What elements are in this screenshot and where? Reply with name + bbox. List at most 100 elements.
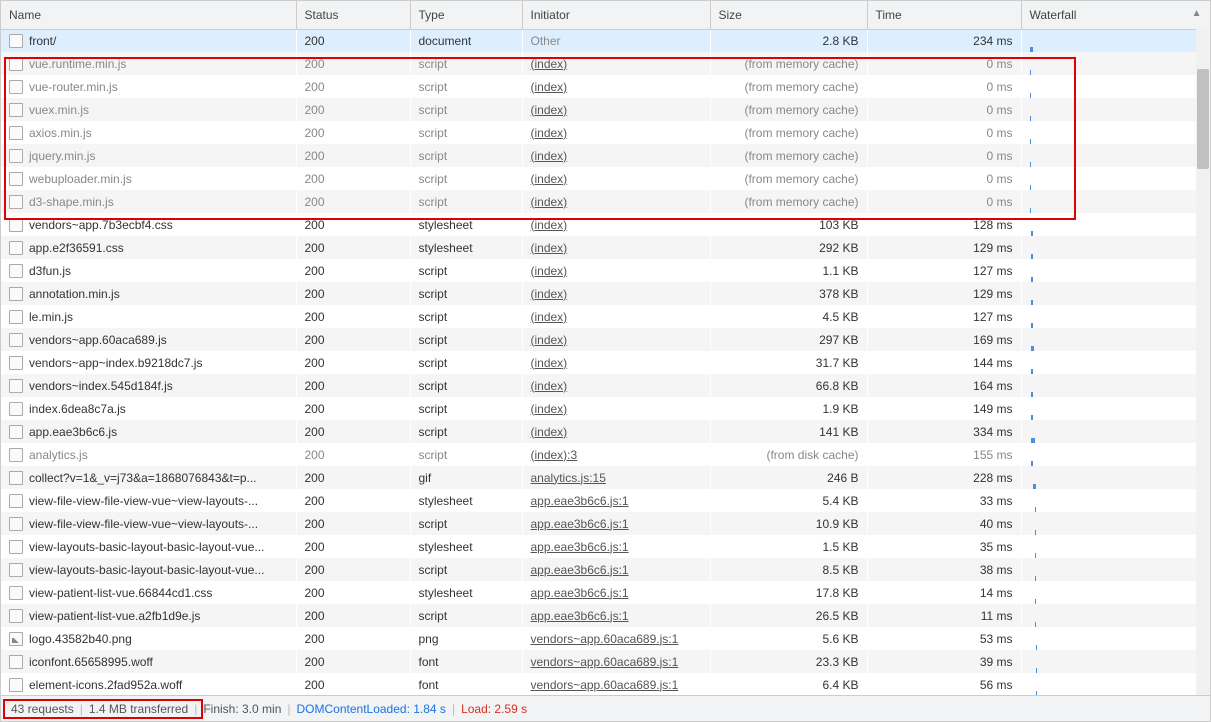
table-row[interactable]: view-file-view-file-view-vue~view-layout… [1, 489, 1210, 512]
initiator-link[interactable]: app.eae3b6c6.js:1 [531, 586, 629, 600]
file-icon [9, 425, 23, 439]
table-row[interactable]: front/200documentOther2.8 KB234 ms [1, 29, 1210, 52]
col-header-name[interactable]: Name [1, 1, 296, 29]
cell-size: 31.7 KB [710, 351, 867, 374]
table-row[interactable]: logo.43582b40.png200pngvendors~app.60aca… [1, 627, 1210, 650]
initiator-link[interactable]: vendors~app.60aca689.js:1 [531, 678, 679, 692]
table-row[interactable]: index.6dea8c7a.js200script(index)1.9 KB1… [1, 397, 1210, 420]
initiator-link[interactable]: vendors~app.60aca689.js:1 [531, 655, 679, 669]
waterfall-bar [1035, 530, 1036, 536]
cell-waterfall [1021, 305, 1210, 328]
table-row[interactable]: axios.min.js200script(index)(from memory… [1, 121, 1210, 144]
table-row[interactable]: iconfont.65658995.woff200fontvendors~app… [1, 650, 1210, 673]
table-row[interactable]: vendors~app~index.b9218dc7.js200script(i… [1, 351, 1210, 374]
file-icon [9, 356, 23, 370]
initiator-link[interactable]: (index) [531, 149, 568, 163]
waterfall-bar [1031, 346, 1034, 352]
table-row[interactable]: webuploader.min.js200script(index)(from … [1, 167, 1210, 190]
initiator-link[interactable]: (index) [531, 264, 568, 278]
file-icon [9, 333, 23, 347]
table-row[interactable]: element-icons.2fad952a.woff200fontvendor… [1, 673, 1210, 695]
request-name: d3-shape.min.js [29, 195, 114, 209]
request-name: vendors~app.7b3ecbf4.css [29, 218, 173, 232]
initiator-link[interactable]: (index) [531, 241, 568, 255]
initiator-link[interactable]: (index) [531, 103, 568, 117]
file-icon [9, 494, 23, 508]
cell-size: 5.4 KB [710, 489, 867, 512]
initiator-link[interactable]: app.eae3b6c6.js:1 [531, 494, 629, 508]
initiator-link[interactable]: app.eae3b6c6.js:1 [531, 540, 629, 554]
vertical-scrollbar[interactable] [1196, 29, 1210, 695]
initiator-link[interactable]: (index) [531, 57, 568, 71]
initiator-link[interactable]: (index) [531, 379, 568, 393]
initiator-link[interactable]: (index) [531, 333, 568, 347]
table-row[interactable]: vue-router.min.js200script(index)(from m… [1, 75, 1210, 98]
table-row[interactable]: le.min.js200script(index)4.5 KB127 ms [1, 305, 1210, 328]
waterfall-bar [1030, 208, 1031, 214]
table-row[interactable]: d3fun.js200script(index)1.1 KB127 ms [1, 259, 1210, 282]
initiator-link[interactable]: (index) [531, 195, 568, 209]
request-name: view-patient-list-vue.a2fb1d9e.js [29, 609, 200, 623]
table-row[interactable]: annotation.min.js200script(index)378 KB1… [1, 282, 1210, 305]
cell-size: 5.6 KB [710, 627, 867, 650]
waterfall-bar [1030, 162, 1031, 168]
col-header-status[interactable]: Status [296, 1, 410, 29]
initiator-link[interactable]: (index) [531, 80, 568, 94]
scrollbar-thumb[interactable] [1197, 69, 1209, 169]
initiator-link[interactable]: (index):3 [531, 448, 578, 462]
initiator-link[interactable]: (index) [531, 287, 568, 301]
cell-type: stylesheet [410, 535, 522, 558]
initiator-link[interactable]: (index) [531, 402, 568, 416]
cell-type: script [410, 374, 522, 397]
initiator-link[interactable]: analytics.js:15 [531, 471, 606, 485]
cell-type: font [410, 650, 522, 673]
cell-status: 200 [296, 98, 410, 121]
table-row[interactable]: vuex.min.js200script(index)(from memory … [1, 98, 1210, 121]
initiator-link[interactable]: app.eae3b6c6.js:1 [531, 609, 629, 623]
initiator-link[interactable]: (index) [531, 172, 568, 186]
cell-time: 53 ms [867, 627, 1021, 650]
initiator-link[interactable]: (index) [531, 310, 568, 324]
table-row[interactable]: jquery.min.js200script(index)(from memor… [1, 144, 1210, 167]
status-dcl: DOMContentLoaded: 1.84 s [297, 702, 446, 716]
network-panel: Name Status Type Initiator Size Time Wat… [0, 0, 1211, 722]
col-header-type[interactable]: Type [410, 1, 522, 29]
cell-initiator: (index) [522, 52, 710, 75]
table-row[interactable]: vendors~app.60aca689.js200script(index)2… [1, 328, 1210, 351]
initiator-link[interactable]: (index) [531, 356, 568, 370]
col-header-time[interactable]: Time [867, 1, 1021, 29]
table-row[interactable]: view-layouts-basic-layout-basic-layout-v… [1, 535, 1210, 558]
table-row[interactable]: view-patient-list-vue.66844cd1.css200sty… [1, 581, 1210, 604]
table-row[interactable]: app.eae3b6c6.js200script(index)141 KB334… [1, 420, 1210, 443]
col-header-initiator[interactable]: Initiator [522, 1, 710, 29]
table-row[interactable]: app.e2f36591.css200stylesheet(index)292 … [1, 236, 1210, 259]
cell-type: script [410, 259, 522, 282]
cell-time: 129 ms [867, 282, 1021, 305]
initiator-link[interactable]: (index) [531, 126, 568, 140]
col-header-size[interactable]: Size [710, 1, 867, 29]
table-row[interactable]: d3-shape.min.js200script(index)(from mem… [1, 190, 1210, 213]
col-header-waterfall[interactable]: Waterfall ▲ [1021, 1, 1210, 29]
table-row[interactable]: vendors~app.7b3ecbf4.css200stylesheet(in… [1, 213, 1210, 236]
file-icon [9, 218, 23, 232]
initiator-link[interactable]: (index) [531, 425, 568, 439]
cell-waterfall [1021, 52, 1210, 75]
cell-type: script [410, 52, 522, 75]
initiator-link[interactable]: vendors~app.60aca689.js:1 [531, 632, 679, 646]
table-row[interactable]: view-patient-list-vue.a2fb1d9e.js200scri… [1, 604, 1210, 627]
table-row[interactable]: view-layouts-basic-layout-basic-layout-v… [1, 558, 1210, 581]
table-row[interactable]: vendors~index.545d184f.js200script(index… [1, 374, 1210, 397]
waterfall-bar [1031, 461, 1033, 467]
requests-tbody: front/200documentOther2.8 KB234 msvue.ru… [1, 29, 1210, 695]
table-row[interactable]: collect?v=1&_v=j73&a=1868076843&t=p...20… [1, 466, 1210, 489]
initiator-link[interactable]: (index) [531, 218, 568, 232]
table-row[interactable]: vue.runtime.min.js200script(index)(from … [1, 52, 1210, 75]
initiator-link[interactable]: app.eae3b6c6.js:1 [531, 563, 629, 577]
cell-type: script [410, 144, 522, 167]
table-row[interactable]: view-file-view-file-view-vue~view-layout… [1, 512, 1210, 535]
file-icon [9, 609, 23, 623]
cell-time: 0 ms [867, 98, 1021, 121]
initiator-link[interactable]: app.eae3b6c6.js:1 [531, 517, 629, 531]
table-row[interactable]: analytics.js200script(index):3(from disk… [1, 443, 1210, 466]
cell-time: 0 ms [867, 167, 1021, 190]
